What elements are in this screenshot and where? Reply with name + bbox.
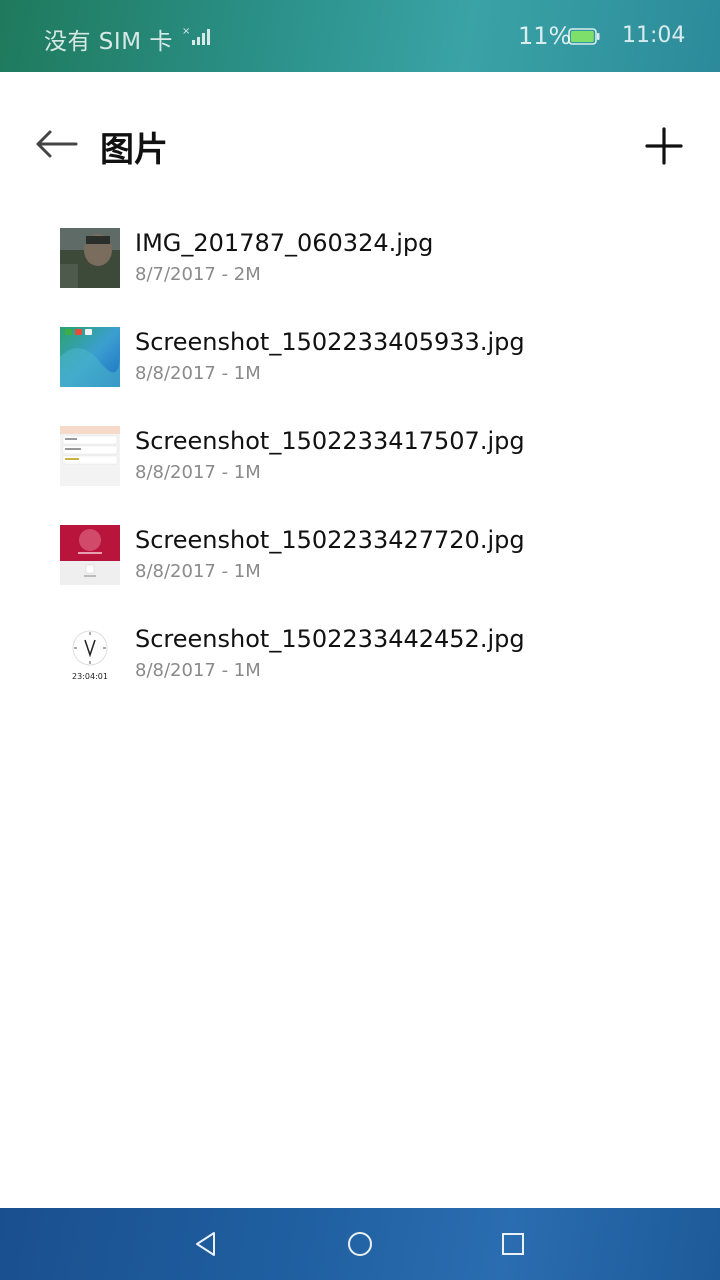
file-list-item[interactable]: Screenshot_1502233405933.jpg 8/8/2017 - … (0, 315, 720, 414)
svg-text:×: × (182, 26, 190, 37)
screenshot-thumbnail (60, 525, 120, 585)
file-list-item[interactable]: Screenshot_1502233427720.jpg 8/8/2017 - … (0, 513, 720, 612)
recents-square-icon (502, 1233, 524, 1255)
navigation-bar (0, 1208, 720, 1280)
home-circle-icon (348, 1232, 372, 1256)
battery-icon (568, 28, 600, 45)
nav-home-button[interactable] (342, 1226, 378, 1262)
file-meta: 8/7/2017 - 2M (135, 264, 261, 285)
app-bar: 图片 (0, 72, 720, 212)
file-list-item[interactable]: IMG_201787_060324.jpg 8/7/2017 - 2M (0, 216, 720, 315)
nav-back-button[interactable] (188, 1226, 224, 1262)
add-button[interactable] (636, 118, 692, 174)
screenshot-thumbnail (60, 327, 120, 387)
battery-percent: 11% (518, 22, 572, 50)
carrier-label: 没有 SIM 卡 (44, 29, 173, 55)
file-meta: 8/8/2017 - 1M (135, 561, 261, 582)
file-name: Screenshot_1502233427720.jpg (135, 526, 525, 554)
clock: 11:04 (622, 23, 686, 48)
photo-thumbnail (60, 228, 120, 288)
page-title: 图片 (100, 130, 168, 170)
file-list-item[interactable]: Screenshot_1502233417507.jpg 8/8/2017 - … (0, 414, 720, 513)
file-name: IMG_201787_060324.jpg (135, 229, 434, 257)
back-button[interactable] (28, 120, 84, 168)
nav-recents-button[interactable] (495, 1226, 531, 1262)
signal-icon: × (182, 26, 210, 45)
file-list: IMG_201787_060324.jpg 8/7/2017 - 2M Scre… (0, 216, 720, 711)
file-name: Screenshot_1502233442452.jpg (135, 625, 525, 653)
status-bar: 没有 SIM 卡 × 11% 11:04 (0, 0, 720, 72)
plus-icon (645, 127, 683, 165)
file-meta: 8/8/2017 - 1M (135, 363, 261, 384)
file-meta: 8/8/2017 - 1M (135, 660, 261, 681)
file-meta: 8/8/2017 - 1M (135, 462, 261, 483)
back-arrow-icon (36, 130, 78, 158)
file-list-item[interactable]: 23:04:01 Screenshot_1502233442452.jpg 8/… (0, 612, 720, 711)
clock-screenshot-thumbnail: 23:04:01 (60, 624, 120, 684)
back-triangle-icon (196, 1232, 215, 1256)
thumb-clock-text: 23:04:01 (72, 672, 108, 681)
battery-fill (571, 31, 594, 42)
file-name: Screenshot_1502233405933.jpg (135, 328, 525, 356)
screenshot-thumbnail (60, 426, 120, 486)
file-name: Screenshot_1502233417507.jpg (135, 427, 525, 455)
